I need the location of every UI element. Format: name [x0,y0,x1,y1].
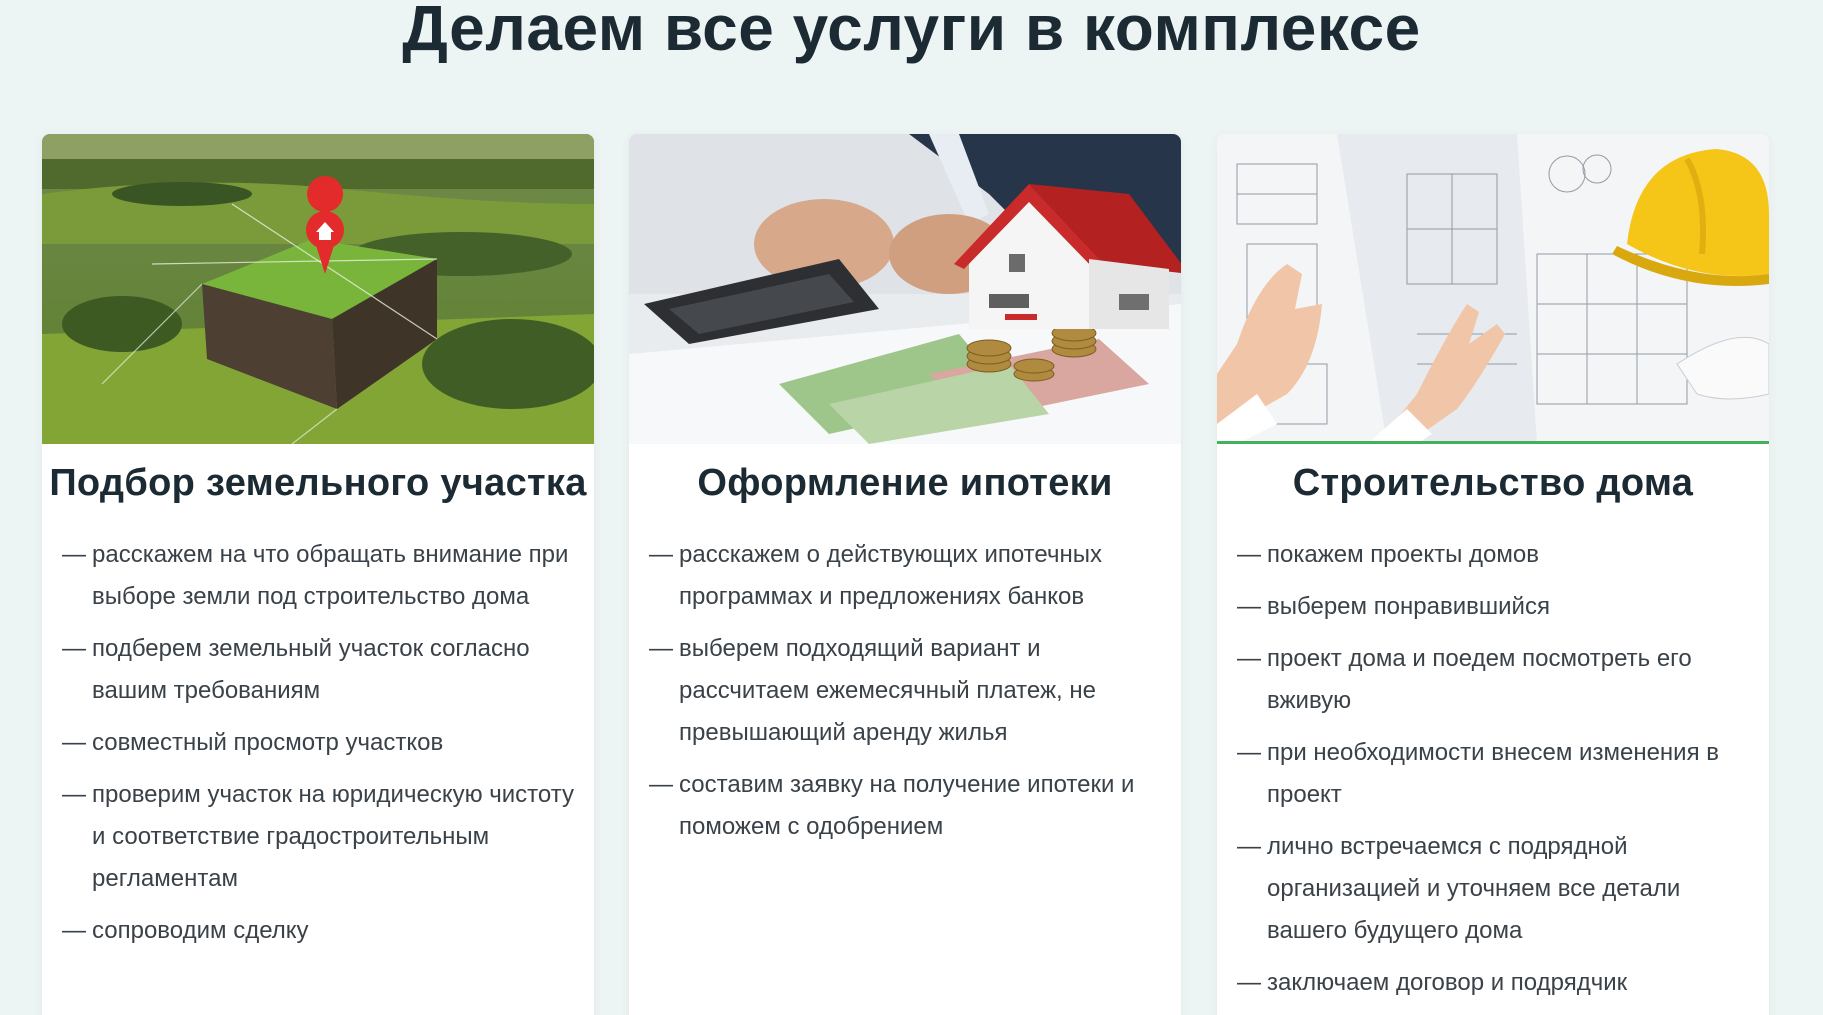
list-dash: — [1237,645,1261,672]
list-item-text: проверим участок на юридическую чистоту … [92,781,574,892]
list-item: — подберем земельный участок согласно ваш… [62,628,574,712]
list-item-text: расскажем о действующих ипотечных програ… [679,541,1102,610]
list-item: — лично встречаемся с подрядной организац… [1237,826,1749,952]
list-item-text: проект дома и поедем посмотреть его вжив… [1267,645,1692,714]
list-item: — покажем проекты домов [1237,534,1749,576]
list-dash: — [649,771,673,798]
section-title: Делаем все услуги в комплексе [402,0,1421,64]
list-dash: — [649,635,673,662]
list-dash: — [62,635,86,662]
list-item-text: при необходимости внесем изменения в про… [1267,739,1719,808]
list-item-text: заключаем договор и подрядчик [1267,969,1628,996]
list-item: — расскажем о действующих ипотечных прогр… [649,534,1161,618]
service-card-mortgage: Оформление ипотеки — расскажем о действую… [629,134,1181,1015]
list-item: — при необходимости внесем изменения в пр… [1237,732,1749,816]
list-item-text: покажем проекты домов [1267,541,1539,568]
list-item: — расскажем на что обращать внимание при … [62,534,574,618]
list-item-text: подберем земельный участок согласно ваши… [92,635,530,704]
service-card-construction: Строительство дома — покажем проекты домо… [1217,134,1769,1015]
list-item-text: совместный просмотр участков [92,729,444,756]
list-item-text: выберем понравившийся [1267,593,1550,620]
construction-image [1217,134,1769,444]
list-item: — выберем подходящий вариант и рассчитаем… [649,628,1161,754]
land-plot-image [42,134,594,444]
list-item: — совместный просмотр участков [62,722,574,764]
list-dash: — [1237,969,1261,996]
list-item: — составим заявку на получение ипотеки и … [649,764,1161,848]
list-item: — проект дома и поедем посмотреть его вжи… [1237,638,1749,722]
list-dash: — [1237,833,1261,860]
card-title-construction: Строительство дома [1292,462,1694,504]
card-title-mortgage: Оформление ипотеки [697,462,1113,504]
mortgage-services-list: — расскажем о действующих ипотечных прогр… [629,534,1181,848]
list-dash: — [62,781,86,808]
list-dash: — [62,729,86,756]
list-dash: — [62,541,86,568]
list-dash: — [62,917,86,944]
list-dash: — [1237,739,1261,766]
list-item-text: сопроводим сделку [92,917,309,944]
card-title-land: Подбор земельного участка [49,462,587,504]
construction-services-list: — покажем проекты домов — выберем понравив… [1217,534,1769,1004]
service-card-land: Подбор земельного участка — расскажем на … [42,134,594,1015]
list-item-text: расскажем на что обращать внимание при в… [92,541,569,610]
list-item: — заключаем договор и подрядчик [1237,962,1749,1004]
list-item-text: лично встречаемся с подрядной организаци… [1267,833,1681,944]
list-item: — выберем понравившийся [1237,586,1749,628]
land-services-list: — расскажем на что обращать внимание при … [42,534,594,952]
list-item: — сопроводим сделку [62,910,574,952]
list-dash: — [649,541,673,568]
list-dash: — [1237,541,1261,568]
mortgage-image [629,134,1181,444]
list-dash: — [1237,593,1261,620]
services-section: Делаем все услуги в комплексе Подбор зем… [0,0,1823,1015]
list-item-text: выберем подходящий вариант и рассчитаем … [679,635,1096,746]
list-item: — проверим участок на юридическую чистоту… [62,774,574,900]
list-item-text: составим заявку на получение ипотеки и п… [679,771,1135,840]
